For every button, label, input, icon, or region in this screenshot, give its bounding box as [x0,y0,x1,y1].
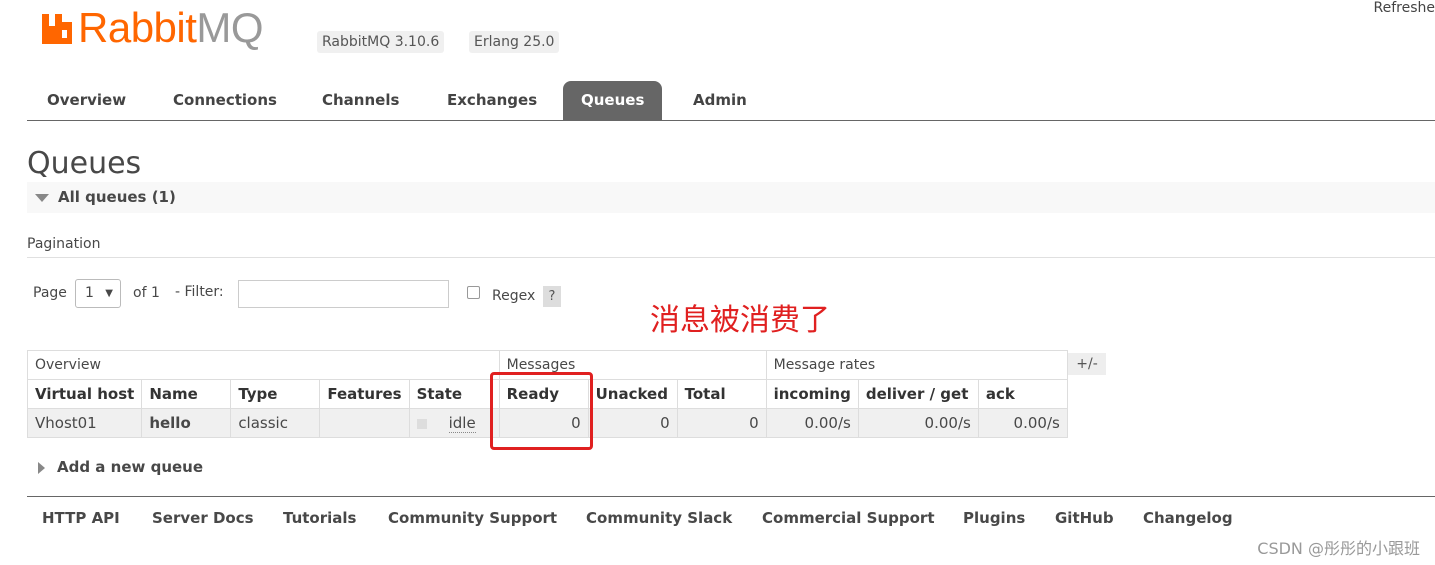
table-row: Vhost01 hello classic idle 0 0 0 0.00/s … [26,408,1068,438]
expand-triangle-icon [38,461,45,474]
header-virtual-host[interactable]: Virtual host [26,379,143,409]
page-select-value: 1 [85,285,94,301]
footer-link-tutorials[interactable]: Tutorials [283,509,356,527]
cell-queue-name-link[interactable]: hello [141,408,232,438]
regex-label: Regex [492,288,536,304]
state-text: idle [448,414,476,433]
regex-checkbox[interactable] [467,286,480,299]
erlang-badge: Erlang 25.0 [469,31,560,53]
table-header-row: Virtual host Name Type Features State Re… [26,379,1068,409]
footer-divider [27,496,1435,497]
header-type[interactable]: Type [230,379,321,409]
footer-link-plugins[interactable]: Plugins [963,509,1025,527]
header-unacked[interactable]: Unacked [587,379,678,409]
filter-input[interactable] [238,280,449,308]
queues-table: Overview Messages Message rates Virtual … [26,350,1068,438]
tab-overview[interactable]: Overview [29,81,144,120]
filter-label: - Filter: [175,284,224,300]
cell-ack: 0.00/s [977,408,1068,438]
section-label: All queues (1) [58,188,176,206]
cell-features [319,408,410,438]
state-indicator-icon [416,418,427,429]
cell-incoming: 0.00/s [765,408,859,438]
group-message-rates: Message rates [765,350,1068,380]
header-deliver-get[interactable]: deliver / get [857,379,979,409]
main-nav: Overview Connections Channels Exchanges … [27,81,1435,121]
cell-type: classic [230,408,321,438]
footer-link-http-api[interactable]: HTTP API [42,509,120,527]
cell-unacked: 0 [587,408,678,438]
footer-link-server-docs[interactable]: Server Docs [152,509,254,527]
refresh-label[interactable]: Refreshe [1374,0,1435,16]
regex-help-button[interactable]: ? [543,286,561,307]
cell-total: 0 [676,408,767,438]
tab-admin[interactable]: Admin [675,81,765,120]
table-group-row: Overview Messages Message rates [27,350,1068,380]
logo-text: RabbitMQ [78,4,264,51]
header-ack[interactable]: ack [977,379,1068,409]
header-incoming[interactable]: incoming [765,379,859,409]
header-total[interactable]: Total [676,379,767,409]
add-queue-toggle[interactable]: Add a new queue [38,458,203,476]
group-overview: Overview [27,350,500,380]
page-title: Queues [27,146,142,181]
cell-ready: 0 [498,408,589,438]
page-label: Page [33,285,67,301]
version-badge: RabbitMQ 3.10.6 [317,31,445,53]
rabbitmq-logo-icon [42,14,72,44]
tab-exchanges[interactable]: Exchanges [429,81,555,120]
header-ready[interactable]: Ready [498,379,589,409]
collapse-triangle-icon [35,194,49,202]
tab-queues[interactable]: Queues [563,81,663,120]
cell-virtual-host: Vhost01 [26,408,143,438]
page-of-label: of 1 [133,285,160,301]
header-features[interactable]: Features [319,379,410,409]
header-name[interactable]: Name [141,379,232,409]
watermark: CSDN @彤彤的小跟班 [1257,539,1420,558]
add-queue-label: Add a new queue [57,458,204,476]
header-state[interactable]: State [408,379,500,409]
footer-link-commercial-support[interactable]: Commercial Support [762,509,935,527]
page-select[interactable]: 1 ▼ [75,279,121,308]
footer-link-community-support[interactable]: Community Support [388,509,557,527]
tab-channels[interactable]: Channels [304,81,417,120]
pagination-label: Pagination [27,236,101,252]
chevron-down-icon: ▼ [105,288,113,299]
cell-state: idle [408,408,500,438]
group-messages: Messages [498,350,767,380]
footer-link-changelog[interactable]: Changelog [1143,509,1233,527]
footer-link-github[interactable]: GitHub [1055,509,1114,527]
columns-toggle-button[interactable]: +/- [1068,353,1106,375]
footer-link-community-slack[interactable]: Community Slack [586,509,732,527]
tab-connections[interactable]: Connections [155,81,295,120]
pagination-divider [27,257,1435,258]
all-queues-section-toggle[interactable]: All queues (1) [27,182,1435,213]
annotation-text: 消息被消费了 [650,303,830,338]
cell-deliver-get: 0.00/s [857,408,979,438]
